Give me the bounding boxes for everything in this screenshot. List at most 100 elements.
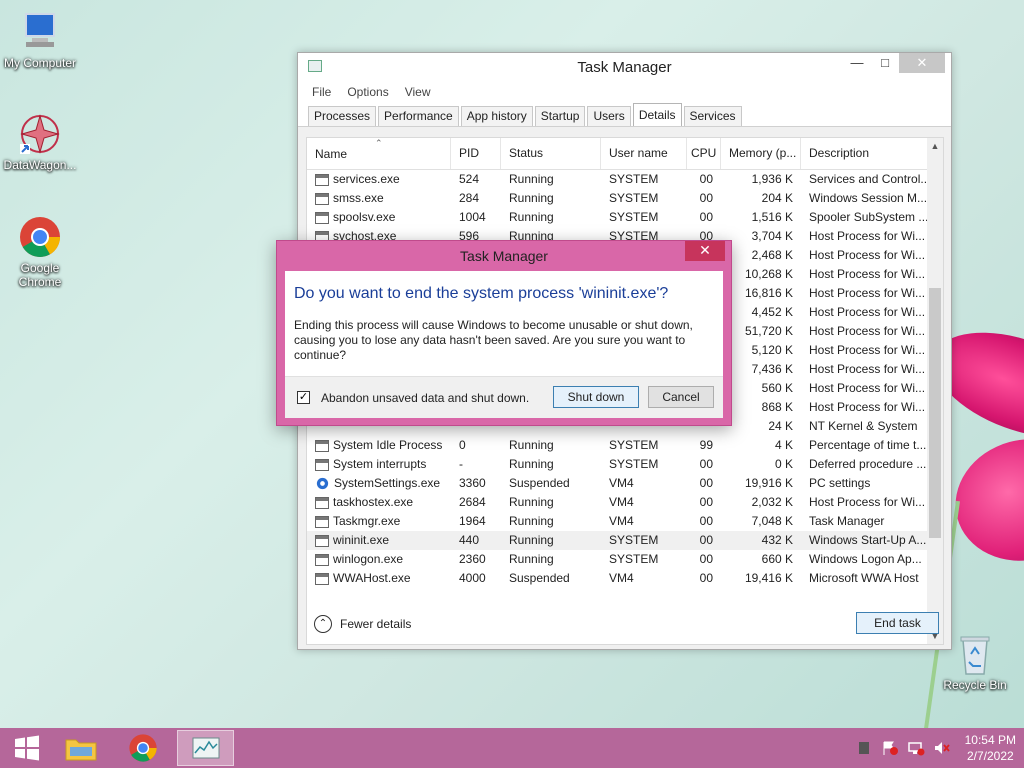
process-icon [315, 439, 329, 452]
memory-cell-text: 4,452 K [751, 305, 793, 319]
taskbar-chrome[interactable] [116, 730, 170, 766]
user-name-cell: SYSTEM [601, 531, 687, 550]
scroll-thumb[interactable] [929, 288, 941, 538]
description-cell-text: Host Process for Wi... [809, 324, 926, 338]
flag-warning-icon[interactable] [881, 740, 899, 756]
process-icon [315, 515, 329, 528]
action-center-icon[interactable] [855, 740, 873, 756]
memory-cell-text: 4 K [774, 438, 793, 452]
user-name-cell: VM4 [601, 493, 687, 512]
column-header-description[interactable]: Description [801, 138, 931, 169]
network-icon[interactable] [907, 740, 925, 756]
process-icon [315, 496, 329, 509]
abandon-data-checkbox[interactable]: ✓ [297, 391, 310, 404]
pid-cell-text: 3360 [459, 476, 486, 490]
column-header-user-name[interactable]: User name [601, 138, 687, 169]
tab-services[interactable]: Services [683, 106, 742, 126]
tab-users[interactable]: Users [587, 106, 631, 126]
table-row[interactable]: System Idle Process 0 Running SYSTEM 99 4 K Pe… [307, 436, 931, 455]
dialog-close-button[interactable]: ✕ [685, 241, 725, 261]
cpu-cell: 00 [687, 550, 721, 569]
title-bar[interactable]: Task Manager — □ ✕ [298, 53, 951, 81]
memory-cell: 10,268 K [721, 265, 801, 284]
close-button[interactable]: ✕ [899, 53, 945, 73]
process-icon [315, 553, 329, 566]
table-row[interactable]: SystemSettings.exe 3360 Suspended VM4 00 19,9… [307, 474, 931, 493]
user-name-cell-text: SYSTEM [609, 191, 659, 205]
end-task-button[interactable]: End task [856, 612, 939, 634]
table-row[interactable]: wininit.exe 440 Running SYSTEM 00 432 K Window… [307, 531, 931, 550]
status-cell: Running [501, 531, 601, 550]
cpu-cell-text: 00 [699, 571, 713, 585]
sort-ascending-icon: ⌃ [375, 138, 383, 148]
description-cell-text: Host Process for Wi... [809, 248, 926, 262]
desktop-icon-my-computer[interactable]: My Computer [0, 10, 80, 70]
cpu-cell: 00 [687, 189, 721, 208]
menu-view[interactable]: View [405, 81, 431, 103]
process-name-cell: wininit.exe [307, 531, 451, 550]
column-header-pid[interactable]: PID [451, 138, 501, 169]
gear-icon [315, 476, 330, 491]
vertical-scrollbar[interactable]: ▲ ▼ [927, 138, 943, 644]
tab-app-history[interactable]: App history [460, 106, 533, 126]
user-name-cell: VM4 [601, 512, 687, 531]
pid-cell: 284 [451, 189, 501, 208]
maximize-button[interactable]: □ [871, 53, 899, 73]
menu-options[interactable]: Options [347, 81, 388, 103]
process-name-cell: Taskmgr.exe [307, 512, 451, 531]
status-cell-text: Running [509, 552, 554, 566]
shut-down-button[interactable]: Shut down [553, 386, 639, 408]
process-name-cell: WWAHost.exe [307, 569, 451, 588]
column-header-memory[interactable]: Memory (p... [721, 138, 801, 169]
column-header-status[interactable]: Status [501, 138, 601, 169]
process-name-cell-text: services.exe [333, 172, 400, 186]
abandon-data-checkbox-label[interactable]: Abandon unsaved data and shut down. [321, 391, 529, 405]
tab-performance[interactable]: Performance [378, 106, 459, 126]
table-row[interactable]: System interrupts - Running SYSTEM 00 0 K Defe… [307, 455, 931, 474]
minimize-button[interactable]: — [843, 53, 871, 73]
memory-cell-text: 660 K [761, 552, 793, 566]
pid-cell: - [451, 455, 501, 474]
taskbar-file-explorer[interactable] [54, 730, 108, 766]
dialog-title: Task Manager [460, 248, 548, 264]
table-row[interactable]: spoolsv.exe 1004 Running SYSTEM 00 1,516 K Spo… [307, 208, 931, 227]
desktop-icon-label: DataWagon... [3, 158, 77, 172]
table-row[interactable]: Taskmgr.exe 1964 Running VM4 00 7,048 K Task M… [307, 512, 931, 531]
memory-cell: 5,120 K [721, 341, 801, 360]
table-row[interactable]: services.exe 524 Running SYSTEM 00 1,936 K Ser… [307, 170, 931, 189]
user-name-cell-text: SYSTEM [609, 533, 659, 547]
process-name-cell-text: System interrupts [333, 457, 427, 471]
cancel-button[interactable]: Cancel [648, 386, 714, 408]
desktop-icon-google-chrome[interactable]: Google Chrome [0, 215, 80, 289]
description-cell: Host Process for Wi... [801, 246, 931, 265]
desktop-icon-datawagon[interactable]: DataWagon... [0, 112, 80, 172]
cpu-cell-text: 00 [699, 457, 713, 471]
tab-processes[interactable]: Processes [308, 106, 377, 126]
start-button[interactable] [0, 730, 54, 766]
fewer-details-toggle[interactable]: ⌃ Fewer details [314, 615, 411, 633]
description-cell-text: Host Process for Wi... [809, 495, 926, 509]
description-cell-text: Percentage of time t... [809, 438, 927, 452]
status-cell: Running [501, 170, 601, 189]
memory-cell-text: 7,436 K [751, 362, 793, 376]
table-row[interactable]: taskhostex.exe 2684 Running VM4 00 2,032 K Hos… [307, 493, 931, 512]
column-header-row: ⌃ Name PID Status User name CPU Memory (… [307, 138, 943, 170]
table-row[interactable]: smss.exe 284 Running SYSTEM 00 204 K Windows S… [307, 189, 931, 208]
status-cell: Running [501, 436, 601, 455]
taskbar-task-manager[interactable] [177, 730, 234, 766]
menu-file[interactable]: File [312, 81, 331, 103]
memory-cell: 4,452 K [721, 303, 801, 322]
status-cell-text: Suspended [509, 476, 570, 490]
description-cell: NT Kernel & System [801, 417, 931, 436]
tab-startup[interactable]: Startup [534, 106, 586, 126]
cpu-cell-text: 00 [699, 210, 713, 224]
volume-muted-icon[interactable] [933, 740, 951, 756]
table-row[interactable]: WWAHost.exe 4000 Suspended VM4 00 19,416 K Mic… [307, 569, 931, 588]
scroll-up-arrow-icon[interactable]: ▲ [927, 138, 943, 154]
clock[interactable]: 10:54 PM 2/7/2022 [965, 732, 1016, 764]
tab-details[interactable]: Details [632, 103, 682, 126]
memory-cell-text: 5,120 K [751, 343, 793, 357]
table-row[interactable]: winlogon.exe 2360 Running SYSTEM 00 660 K Wind… [307, 550, 931, 569]
column-header-cpu[interactable]: CPU [687, 138, 721, 169]
pid-cell-text: 2360 [459, 552, 486, 566]
